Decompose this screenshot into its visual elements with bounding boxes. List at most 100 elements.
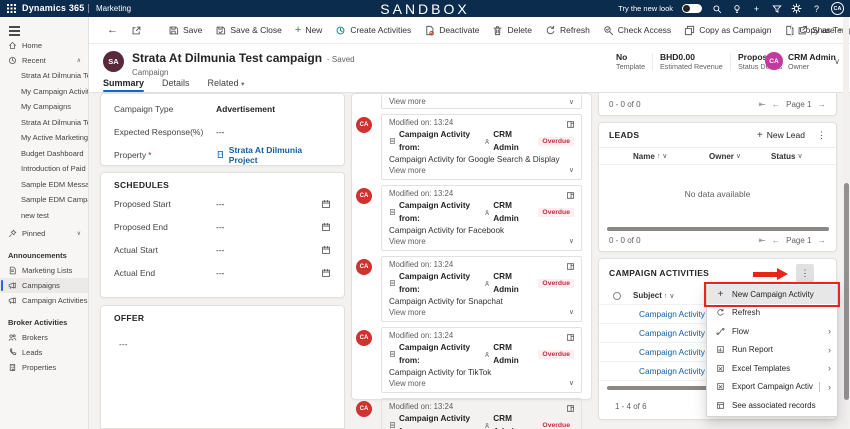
open-record-icon[interactable] xyxy=(566,120,575,129)
view-more-link[interactable]: View more xyxy=(389,379,426,388)
view-more-link[interactable]: View more xyxy=(389,237,426,246)
leads-more-icon[interactable]: ⋮ xyxy=(817,130,826,141)
chevron-down-icon[interactable]: ∨ xyxy=(569,236,574,247)
view-more-link[interactable]: View more xyxy=(389,97,426,106)
sidebar-item-pinned[interactable]: Pinned ∨ xyxy=(0,226,88,241)
calendar-icon[interactable] xyxy=(321,268,331,278)
popout-button[interactable] xyxy=(131,25,142,36)
copy-as-campaign-button[interactable]: Copy as Campaign xyxy=(684,25,771,36)
col-header-status[interactable]: Status∨ xyxy=(771,152,803,161)
lightbulb-icon[interactable] xyxy=(731,3,742,14)
next-page-icon[interactable]: → xyxy=(818,235,827,245)
vertical-scrollbar-thumb[interactable] xyxy=(844,183,849,400)
sidebar-item-leads[interactable]: Leads xyxy=(0,345,88,360)
col-header-owner[interactable]: Owner∨ xyxy=(709,152,771,161)
calendar-icon[interactable] xyxy=(321,245,331,255)
open-record-icon[interactable] xyxy=(566,191,575,200)
campaign-activities-more-button[interactable]: ⋮ xyxy=(796,264,814,282)
help-icon[interactable]: ? xyxy=(811,3,822,14)
sidebar-item-brokers[interactable]: Brokers xyxy=(0,330,88,345)
gear-icon[interactable] xyxy=(791,3,802,14)
new-button[interactable]: +New xyxy=(295,25,322,35)
prev-page-icon[interactable]: ← xyxy=(772,235,781,245)
recent-item[interactable]: Strata At Dilmunia Te... xyxy=(0,68,88,84)
timeline-entry-box[interactable]: Modified on: 13:24 Campaign Activity fro… xyxy=(381,256,582,322)
create-activities-button[interactable]: Create Activities xyxy=(335,25,411,36)
check-access-button[interactable]: Check Access xyxy=(603,25,671,36)
recent-item[interactable]: My Campaigns xyxy=(0,99,88,115)
tab-summary[interactable]: Summary xyxy=(103,78,144,92)
back-button[interactable]: ← xyxy=(107,24,118,36)
chevron-down-icon[interactable]: ∨ xyxy=(569,98,574,106)
sidebar-item-home[interactable]: Home xyxy=(0,38,88,53)
filter-icon[interactable] xyxy=(771,3,782,14)
view-more-link[interactable]: View more xyxy=(389,308,426,317)
save-button[interactable]: Save xyxy=(168,25,202,36)
open-record-icon[interactable] xyxy=(566,404,575,413)
deactivate-button[interactable]: Deactivate xyxy=(424,25,479,36)
menu-item-refresh[interactable]: Refresh xyxy=(707,304,837,323)
menu-item-flow[interactable]: Flow › xyxy=(707,322,837,341)
calendar-icon[interactable] xyxy=(321,222,331,232)
first-page-icon[interactable]: ⇤ xyxy=(759,235,766,246)
menu-divider xyxy=(819,382,820,392)
save-close-button[interactable]: Save & Close xyxy=(215,25,282,36)
recent-item[interactable]: Sample EDM Message xyxy=(0,177,88,193)
sidebar-item-campaign-activities[interactable]: Campaign Activities xyxy=(0,293,88,308)
first-page-icon[interactable]: ⇤ xyxy=(759,99,766,110)
timeline-entry-box[interactable]: Modified on: 13:24 Campaign Activity fro… xyxy=(381,114,582,180)
open-record-icon[interactable] xyxy=(566,262,575,271)
chevron-up-icon[interactable]: ∧ xyxy=(77,57,81,64)
prev-page-icon[interactable]: ← xyxy=(772,99,781,109)
recent-item[interactable]: new test xyxy=(0,208,88,224)
recent-item[interactable]: Budget Dashboard xyxy=(0,146,88,162)
select-all-radio[interactable] xyxy=(613,292,621,300)
search-icon[interactable] xyxy=(711,3,722,14)
refresh-button[interactable]: Refresh xyxy=(545,25,590,36)
owner-link[interactable]: CRM Admin xyxy=(788,52,836,62)
chevron-down-icon[interactable]: ∨ xyxy=(569,307,574,318)
sidebar-item-marketing-lists[interactable]: Marketing Lists xyxy=(0,263,88,278)
view-more-link[interactable]: View more xyxy=(389,166,426,175)
account-avatar[interactable]: CA xyxy=(831,2,844,15)
new-lead-button[interactable]: +New Lead xyxy=(757,130,805,141)
calendar-icon[interactable] xyxy=(321,199,331,209)
next-page-icon[interactable]: → xyxy=(818,99,827,109)
timeline-entry-box[interactable]: Modified on: 13:24 Campaign Activity fro… xyxy=(381,185,582,251)
menu-icon[interactable] xyxy=(9,26,20,28)
chevron-down-icon[interactable]: ∨ xyxy=(77,230,81,237)
share-button[interactable]: Share▾ xyxy=(797,25,842,36)
chevron-down-icon[interactable]: ∨ xyxy=(834,57,840,66)
sidebar-item-campaigns[interactable]: Campaigns xyxy=(0,278,88,293)
timeline-entry-box[interactable]: Modified on: 13:24 Campaign Activity fro… xyxy=(381,327,582,393)
recent-item[interactable]: Strata At Dilmunia Te... xyxy=(0,115,88,131)
activity-icon xyxy=(389,279,396,287)
delete-button[interactable]: Delete xyxy=(492,25,532,36)
recent-item[interactable]: My Active Marketing... xyxy=(0,130,88,146)
tab-related[interactable]: Related ▾ xyxy=(208,78,245,92)
menu-item-export-campaign-activities[interactable]: Export Campaign Activities › xyxy=(707,378,837,397)
col-header-name[interactable]: Name↑ ∨ xyxy=(633,152,709,161)
sidebar-item-recent[interactable]: Recent ∧ xyxy=(0,53,88,68)
open-record-icon[interactable] xyxy=(566,333,575,342)
menu-item-run-report[interactable]: Run Report › xyxy=(707,341,837,360)
plus-icon[interactable]: + xyxy=(751,3,762,14)
horizontal-scrollbar[interactable] xyxy=(607,386,721,390)
offer-value[interactable]: --- xyxy=(101,325,344,363)
property-link[interactable]: Strata At Dilmunia Project xyxy=(229,145,331,165)
campaign-type-value[interactable]: Advertisement xyxy=(216,104,331,114)
recent-item[interactable]: Introduction of Paid ... xyxy=(0,161,88,177)
new-look-toggle[interactable] xyxy=(682,4,702,13)
recent-item[interactable]: My Campaign Activit... xyxy=(0,84,88,100)
col-header-subject[interactable]: Subject↑ ∨ xyxy=(633,291,674,300)
timeline-entry-box[interactable]: Modified on: 13:24 Campaign Activity fro… xyxy=(381,398,582,429)
chevron-down-icon[interactable]: ∨ xyxy=(569,165,574,176)
chevron-down-icon[interactable]: ∨ xyxy=(569,378,574,389)
sidebar-item-properties[interactable]: Properties xyxy=(0,360,88,375)
expected-response-value[interactable]: --- xyxy=(216,127,331,137)
recent-item[interactable]: Sample EDM Campai... xyxy=(0,192,88,208)
menu-item-excel-templates[interactable]: Excel Templates › xyxy=(707,359,837,378)
tab-details[interactable]: Details xyxy=(162,78,190,92)
menu-item-see-associated-records[interactable]: See associated records xyxy=(707,396,837,415)
menu-item-new-campaign-activity[interactable]: + New Campaign Activity xyxy=(707,285,837,304)
